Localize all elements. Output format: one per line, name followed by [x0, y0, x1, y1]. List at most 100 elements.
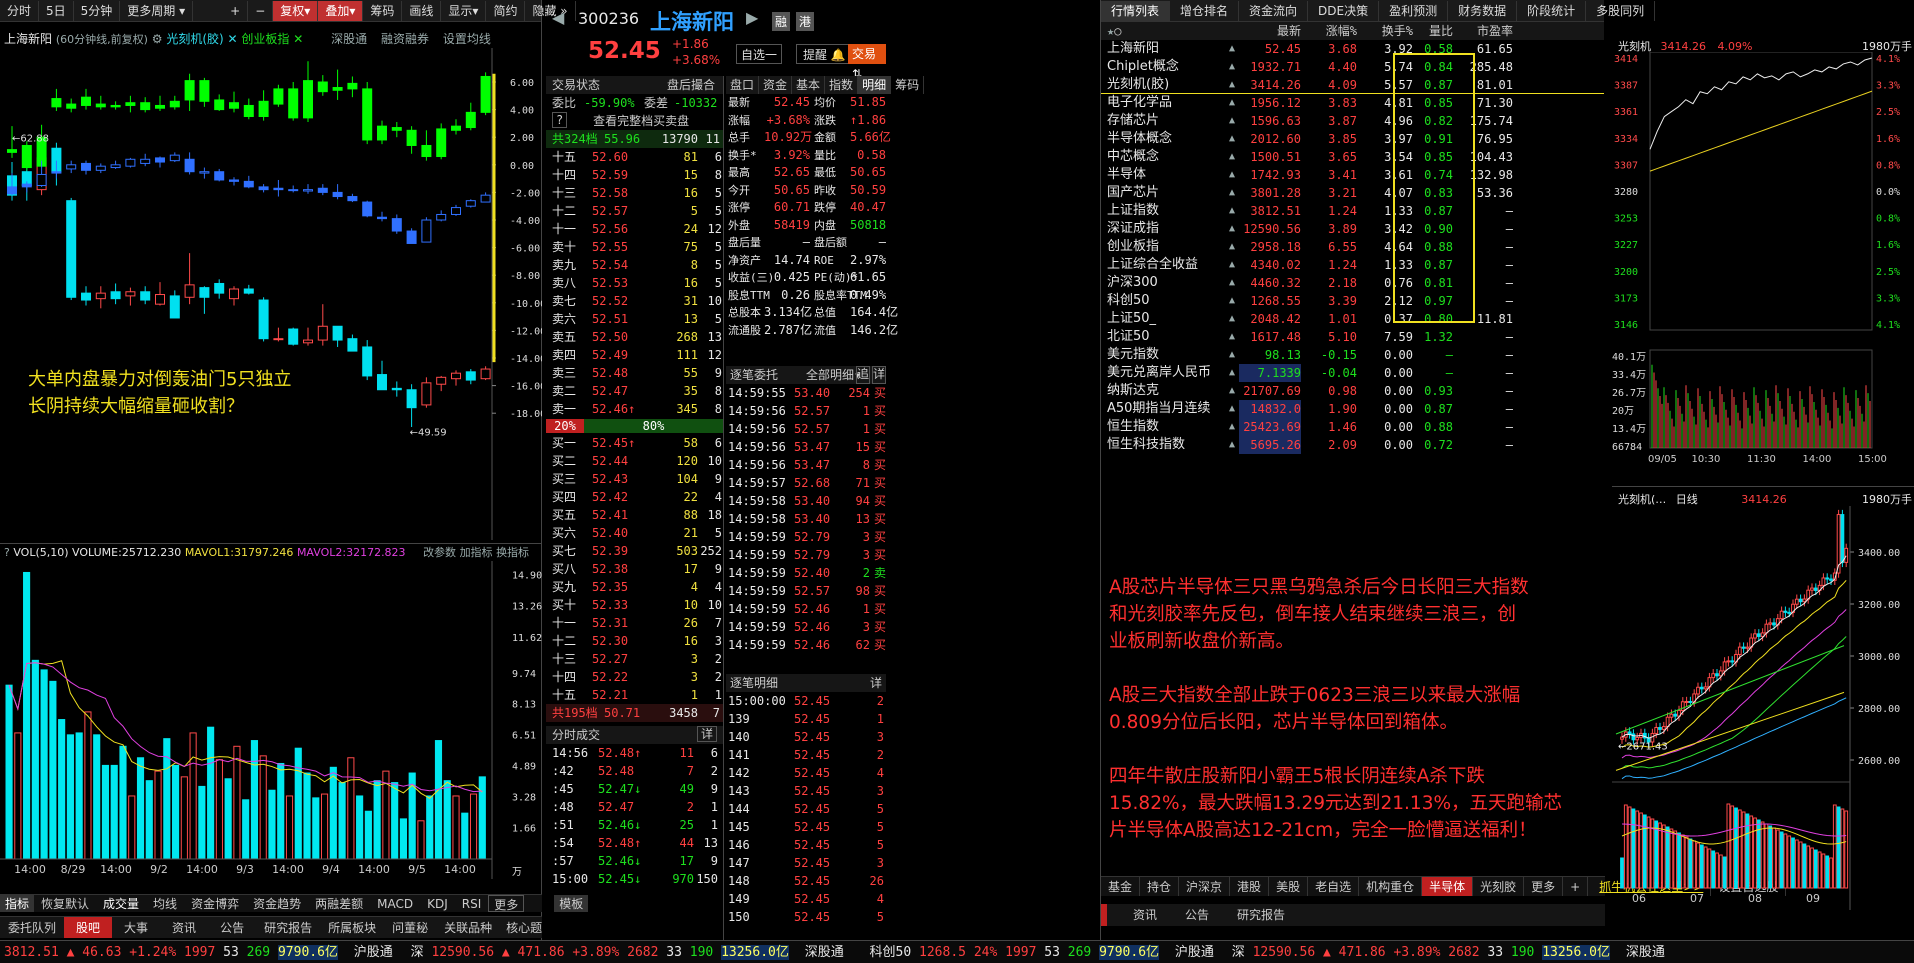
- bell-icon[interactable]: ▲: [1229, 58, 1239, 76]
- sgt-link[interactable]: 深股通: [805, 945, 844, 960]
- tab-research[interactable]: 研究报告: [256, 917, 320, 938]
- tab-sectors[interactable]: 所属板块: [320, 917, 384, 938]
- tab-more[interactable]: 更多: [488, 895, 525, 912]
- help-icon[interactable]: ?: [4, 546, 10, 559]
- list-row[interactable]: 光刻机(胶) ▲ 3414.26 4.09 5.57 0.87 81.01: [1101, 76, 1604, 94]
- bell-icon[interactable]: ▲: [1229, 40, 1239, 58]
- alert-button[interactable]: 提醒 🔔: [796, 44, 853, 64]
- list-bottom-tab[interactable]: 美股: [1269, 877, 1309, 896]
- help-icon[interactable]: ?: [552, 112, 568, 128]
- bell-icon[interactable]: ▲: [1229, 274, 1239, 292]
- col-vol-ratio[interactable]: 量比: [1413, 22, 1453, 40]
- stats-tab[interactable]: 明细: [858, 76, 892, 94]
- list-row[interactable]: 上证指数 ▲ 3812.51 1.24 1.33 0.87—: [1101, 202, 1604, 220]
- list-tab[interactable]: 行情列表: [1101, 0, 1171, 21]
- list-row[interactable]: 科创50 ▲ 1268.55 3.39 2.12 0.97—: [1101, 292, 1604, 310]
- list-bottom-tab[interactable]: 港股: [1230, 877, 1270, 896]
- period-minute-button[interactable]: 分时: [0, 0, 40, 21]
- tab-list-announcements[interactable]: 公告: [1171, 904, 1223, 926]
- bell-icon[interactable]: ▲: [1229, 220, 1239, 238]
- change-param-link[interactable]: 改参数: [423, 546, 456, 559]
- link-ma-settings[interactable]: 设置均线: [443, 32, 491, 46]
- stats-tab[interactable]: 资金: [759, 76, 793, 94]
- list-tab[interactable]: 盈利预测: [1379, 0, 1449, 21]
- overlay-item-2[interactable]: 创业板指: [241, 32, 289, 46]
- bell-icon[interactable]: ▲: [1229, 130, 1239, 148]
- list-tab[interactable]: 阶段统计: [1517, 0, 1587, 21]
- tab-volume[interactable]: 成交量: [96, 895, 146, 912]
- bell-icon[interactable]: ▲: [1229, 166, 1239, 184]
- tab-news[interactable]: 资讯: [160, 917, 208, 938]
- tab-ask-secretary[interactable]: 问董秘: [384, 917, 436, 938]
- list-row[interactable]: 上证50_ ▲ 2048.42 1.01 0.37 0.80 11.81: [1101, 310, 1604, 328]
- daily-kline-chart[interactable]: 3400.00 3200.00 3000.00 2800.00 2600.00 3544.…: [1612, 506, 1914, 910]
- stats-tab[interactable]: 筹码: [891, 76, 925, 94]
- list-tab[interactable]: 增仓排名: [1170, 0, 1240, 21]
- list-bottom-tab[interactable]: 持仓: [1140, 877, 1180, 896]
- remove-overlay-icon[interactable]: ✕: [224, 32, 242, 46]
- hk-connect-badge[interactable]: 港: [796, 12, 815, 31]
- tab-related[interactable]: 关联品种: [436, 917, 500, 938]
- list-bottom-tab[interactable]: 更多: [1524, 877, 1564, 896]
- bell-icon[interactable]: ▲: [1229, 292, 1239, 310]
- list-bottom-tab[interactable]: 老自选: [1308, 877, 1360, 896]
- star-icon[interactable]: ★: [1107, 24, 1114, 38]
- tab-list-research[interactable]: 研究报告: [1223, 904, 1299, 926]
- bell-icon[interactable]: ▲: [1229, 310, 1239, 328]
- list-tab[interactable]: 资金流向: [1239, 0, 1309, 21]
- bell-icon[interactable]: ▲: [1229, 76, 1239, 93]
- r-sgt-link[interactable]: 深股通: [1626, 945, 1665, 960]
- tab-ma[interactable]: 均线: [146, 895, 184, 912]
- bell-icon[interactable]: ▲: [1229, 184, 1239, 202]
- bell-icon[interactable]: ▲: [1229, 382, 1239, 400]
- trade-button[interactable]: 交易 ⇅: [848, 44, 886, 81]
- col-turnover[interactable]: 换手%: [1357, 22, 1413, 40]
- period-5min-button[interactable]: 5分钟: [74, 0, 121, 21]
- list-bottom-tab[interactable]: 光刻胶: [1473, 877, 1525, 896]
- bell-icon[interactable]: ▲: [1229, 94, 1239, 112]
- chips-button[interactable]: 筹码: [363, 0, 403, 21]
- next-stock-icon[interactable]: ▶: [746, 8, 758, 27]
- bell-icon[interactable]: ▲: [1229, 418, 1239, 436]
- list-row[interactable]: 北证50 ▲ 1617.48 5.10 7.59 1.32 —: [1101, 328, 1604, 346]
- overlay-item-1[interactable]: 光刻机(胶): [166, 32, 223, 46]
- list-row[interactable]: 半导体概念 ▲ 2012.60 3.85 3.97 0.91 76.95: [1101, 130, 1604, 148]
- bell-icon[interactable]: ▲: [1229, 436, 1239, 454]
- list-row[interactable]: 电子化学品 ▲ 1956.12 3.83 4.81 0.85 71.30: [1101, 94, 1604, 112]
- r-hgt-link[interactable]: 沪股通: [1175, 945, 1214, 960]
- detail-button[interactable]: 详: [870, 674, 882, 692]
- add-indicator-link[interactable]: 加指标: [460, 546, 493, 559]
- bell-icon[interactable]: ▲: [1229, 256, 1239, 274]
- bell-icon[interactable]: ▲: [1229, 202, 1239, 220]
- zoom-in-button[interactable]: +: [223, 0, 249, 21]
- tab-forum[interactable]: 股吧: [64, 917, 113, 938]
- zoom-out-button[interactable]: −: [248, 0, 274, 21]
- tab-fund-trend[interactable]: 资金趋势: [246, 895, 308, 912]
- bell-icon[interactable]: ▲: [1229, 364, 1239, 382]
- list-row[interactable]: A50期指当月连续 ▲ 14832.0 1.90 0.00 0.87 —: [1101, 400, 1604, 418]
- tab-margin[interactable]: 两融差额: [308, 895, 370, 912]
- period-5day-button[interactable]: 5日: [39, 0, 74, 21]
- list-tab[interactable]: 多股同列: [1586, 0, 1656, 21]
- margin-badge[interactable]: 融: [772, 12, 791, 31]
- list-row[interactable]: 中芯概念 ▲ 1500.51 3.65 3.54 0.85 104.43: [1101, 148, 1604, 166]
- list-bottom-tab[interactable]: 基金: [1101, 877, 1141, 896]
- col-pct[interactable]: 涨幅%: [1301, 22, 1357, 40]
- list-tab[interactable]: 财务数据: [1448, 0, 1518, 21]
- tab-core-theme[interactable]: 核心题: [500, 917, 548, 938]
- bell-icon[interactable]: ▲: [1229, 328, 1239, 346]
- entrust-filter-dropdown[interactable]: 全部明细▾: [806, 366, 861, 384]
- list-bottom-tab[interactable]: 机构重仓: [1359, 877, 1423, 896]
- link-hgt[interactable]: 深股通: [331, 32, 367, 46]
- list-row[interactable]: 国产芯片 ▲ 3801.28 3.21 4.07 0.83 53.36: [1101, 184, 1604, 202]
- ticks-detail-button[interactable]: 详: [696, 726, 717, 742]
- tab-macd[interactable]: MACD: [370, 895, 420, 912]
- tab-fund-game[interactable]: 资金博弈: [184, 895, 246, 912]
- view-all-book-link[interactable]: 查看完整档买卖盘: [593, 112, 689, 130]
- intraday-chart[interactable]: 3414 4.1% 3387 3.3% 3361 2.5% 3334 1.6% 3307 0.8%…: [1612, 52, 1914, 488]
- list-row[interactable]: 上证综合全收益 ▲ 4340.02 1.24 1.33 0.87—: [1101, 256, 1604, 274]
- tab-list-news[interactable]: 资讯: [1119, 904, 1171, 926]
- col-pe[interactable]: 市盈率: [1453, 22, 1513, 40]
- display-button[interactable]: 显示▾: [441, 0, 487, 21]
- adjust-button[interactable]: 复权▾: [273, 0, 319, 21]
